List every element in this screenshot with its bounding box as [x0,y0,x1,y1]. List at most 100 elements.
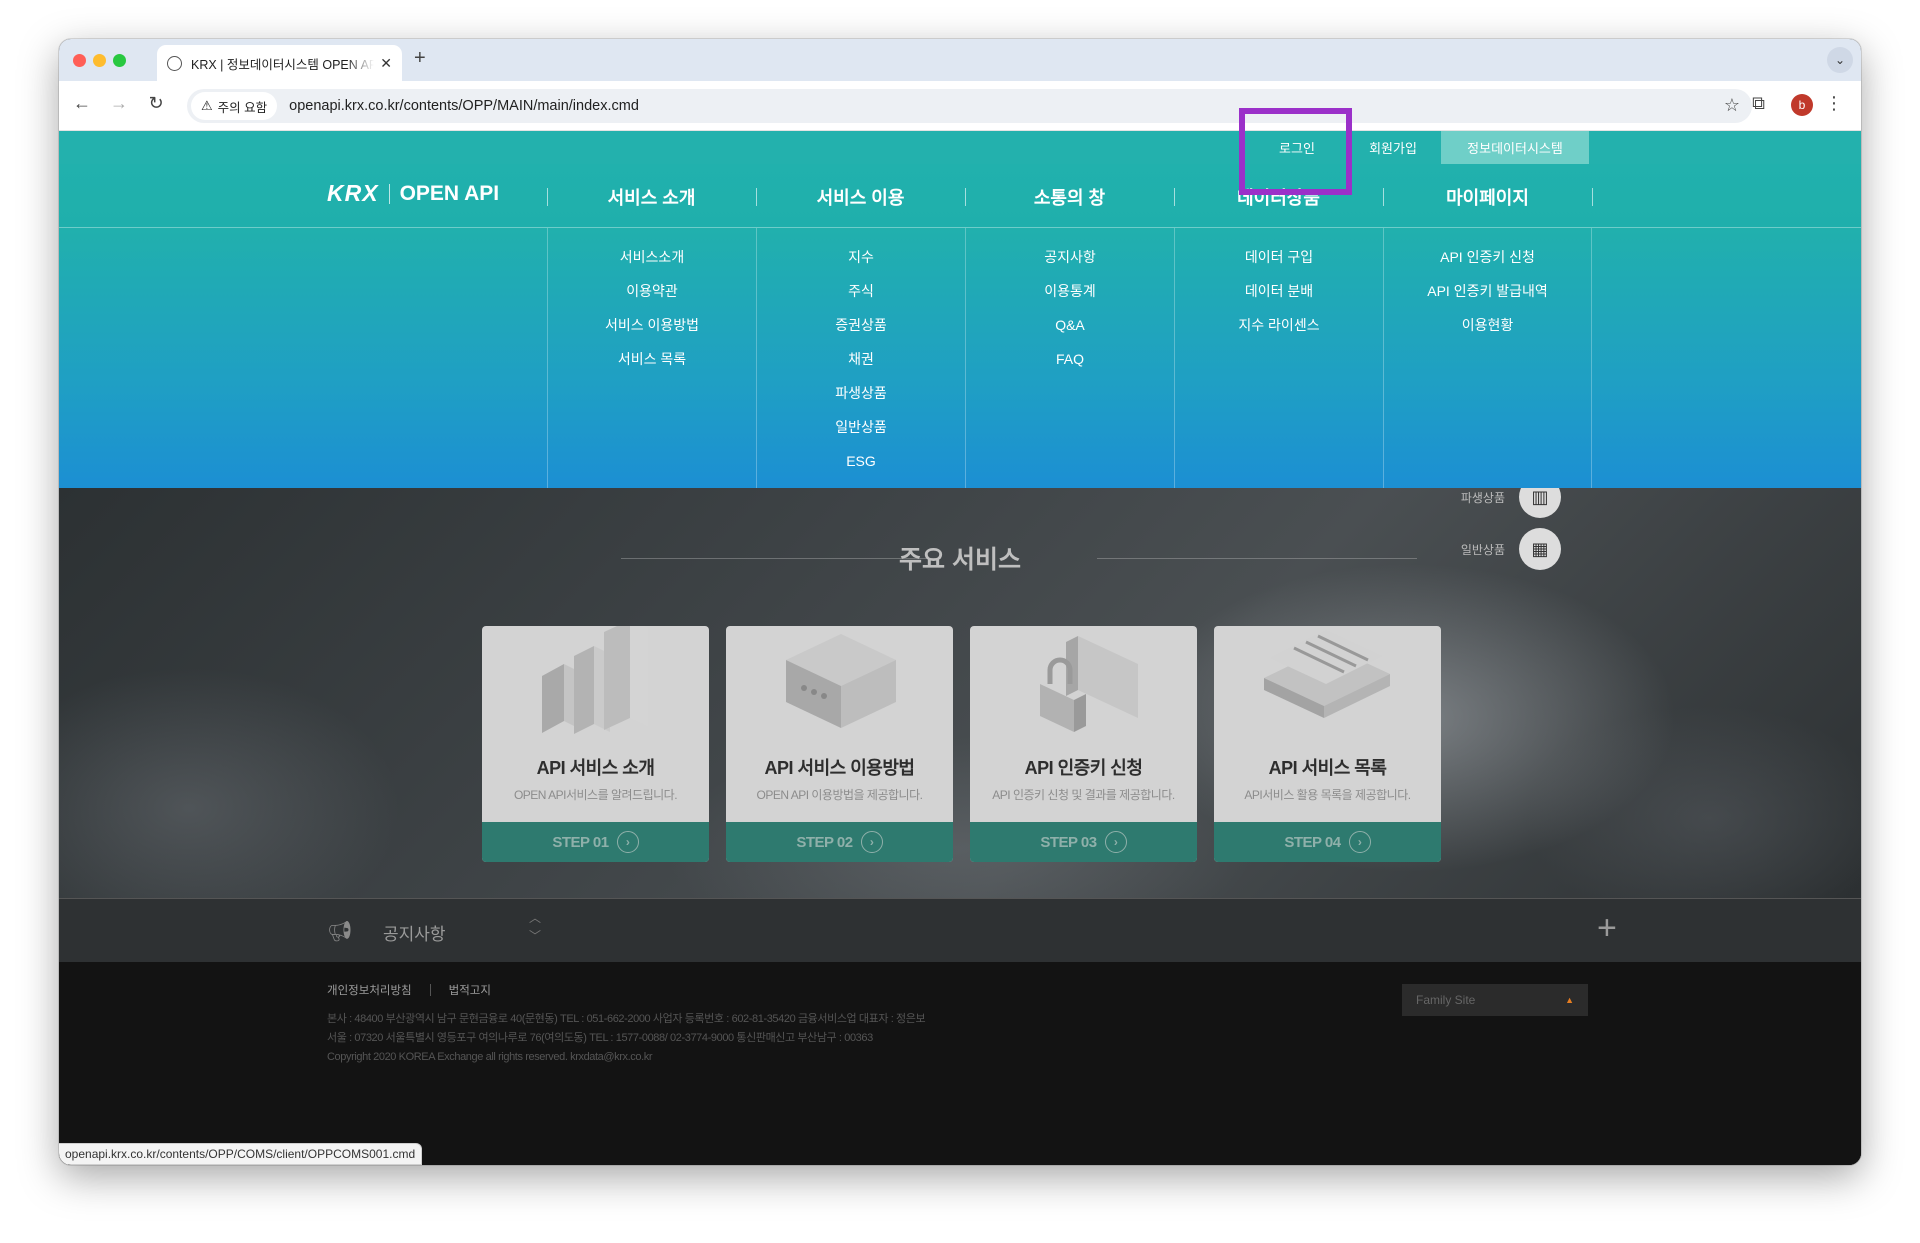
notice-arrows: ︿ ﹀ [529,909,541,945]
submenu-item[interactable]: Q&A [966,310,1174,344]
hero-section: 파생상품 ▥ 일반상품 ▦ 주요 서비스 API 서비스 소개 OPEN API… [59,488,1861,898]
notice-more-plus-icon[interactable]: + [1597,909,1617,948]
submenu-mypage: API 인증키 신청 API 인증키 발급내역 이용현황 [1383,228,1592,488]
main-navigation: KRX OPEN API 서비스 소개 서비스 이용 소통의 창 데이터상품 마… [59,164,1861,228]
bookmark-star-icon[interactable]: ☆ [1724,95,1740,116]
document-stack-icon [1264,630,1390,718]
logo-divider [388,183,390,204]
card-description: API 인증키 신청 및 결과를 제공합니다. [992,788,1175,802]
profile-avatar[interactable]: b [1791,94,1813,116]
menu-service-intro[interactable]: 서비스 소개 [547,184,756,210]
submenu-data-products: 데이터 구입 데이터 분배 지수 라이센스 [1174,228,1383,488]
submenu-item[interactable]: 이용현황 [1384,310,1591,344]
close-window-button[interactable] [73,54,86,67]
step-button[interactable]: STEP 02 › [726,822,953,862]
submenu-item[interactable]: 데이터 구입 [1175,242,1383,276]
forward-arrow-icon[interactable]: → [106,93,132,114]
chevron-right-icon: › [1348,831,1371,853]
submenu-item[interactable]: 이용통계 [966,276,1174,310]
submenu-item[interactable]: API 인증키 발급내역 [1384,276,1591,310]
step-button[interactable]: STEP 04 › [1214,822,1441,862]
footer-address: 본사 : 48400 부산광역시 남구 문현금융로 40(문현동) TEL : … [327,1010,926,1067]
close-tab-icon[interactable]: ✕ [380,55,392,72]
reload-icon[interactable]: ↻ [143,93,169,114]
step-button[interactable]: STEP 03 › [970,822,1197,862]
megaphone-icon: 📢︎ [327,921,353,943]
submenu-service-intro: 서비스소개 이용약관 서비스 이용방법 서비스 목록 [547,228,756,488]
card-description: OPEN API 이용방법을 제공합니다. [756,788,923,802]
data-system-link[interactable]: 정보데이터시스템 [1441,131,1589,164]
notice-label[interactable]: 공지사항 [383,920,446,945]
step-label: STEP 02 [796,833,853,851]
new-tab-button[interactable]: + [414,47,426,70]
submenu-item[interactable]: 지수 [757,242,965,276]
card-title: API 인증키 신청 [1024,758,1143,778]
submenu-item[interactable]: 채권 [757,344,965,378]
privacy-policy-link[interactable]: 개인정보처리방침 [327,982,412,998]
derivatives-quicklink[interactable]: 파생상품 ▥ [1461,488,1561,518]
krx-openapi-logo[interactable]: KRX OPEN API [327,180,499,207]
card-description: OPEN API서비스를 알려드립니다. [513,788,678,802]
minimize-window-button[interactable] [93,54,106,67]
copyright: Copyright 2020 KOREA Exchange all rights… [327,1051,653,1063]
submenu-communication: 공지사항 이용통계 Q&A FAQ [965,228,1174,488]
submenu-item[interactable]: 이용약관 [548,276,756,310]
web-page: 로그인 회원가입 정보데이터시스템 KRX OPEN API 서비스 소개 서비… [59,131,1861,1165]
legal-notice-link[interactable]: 법적고지 [449,982,491,998]
maximize-window-button[interactable] [113,54,126,67]
browser-menu-icon[interactable]: ⋮ [1825,93,1843,114]
browser-toolbar: ← → ↻ ⚠ 주의 요함 openapi.krx.co.kr/contents… [59,81,1861,131]
chevron-down-icon[interactable]: ﹀ [529,927,541,945]
submenu-item[interactable]: 공지사항 [966,242,1174,276]
submenu-item[interactable]: 일반상품 [757,412,965,446]
tab-search-chevron-icon[interactable]: ⌄ [1827,47,1853,73]
menu-divider [1592,188,1593,206]
key-card-icon [1040,636,1138,732]
submenu-item[interactable]: 서비스 목록 [548,344,756,378]
globe-icon [167,55,182,71]
chevron-right-icon: › [860,831,883,853]
menu-communication[interactable]: 소통의 창 [965,184,1174,210]
back-arrow-icon[interactable]: ← [69,93,95,114]
footer-links: 개인정보처리방침 법적고지 [327,982,491,998]
submenu-item[interactable]: 데이터 분배 [1175,276,1383,310]
submenu-item[interactable]: 증권상품 [757,310,965,344]
security-chip[interactable]: ⚠ 주의 요함 [191,92,278,120]
submenu-item[interactable]: FAQ [966,344,1174,378]
chevron-up-icon[interactable]: ︿ [529,909,541,927]
menu-mypage[interactable]: 마이페이지 [1383,184,1592,210]
signup-link[interactable]: 회원가입 [1345,131,1441,164]
tab-title: KRX | 정보데이터시스템 OPEN API [191,57,375,72]
menu-data-products[interactable]: 데이터상품 [1174,184,1383,210]
service-card-apikey[interactable]: API 인증키 신청 API 인증키 신청 및 결과를 제공합니다. STEP … [970,626,1197,862]
submenu-item[interactable]: 서비스소개 [548,242,756,276]
submenu-item[interactable]: 서비스 이용방법 [548,310,756,344]
tab-strip: KRX | 정보데이터시스템 OPEN API ✕ + ⌄ [59,39,1861,81]
address-bar[interactable]: ⚠ 주의 요함 openapi.krx.co.kr/contents/OPP/M… [187,89,1752,123]
card-title: API 서비스 이용방법 [764,758,915,778]
login-link[interactable]: 로그인 [1249,131,1345,164]
browser-window: KRX | 정보데이터시스템 OPEN API ✕ + ⌄ ← → ↻ ⚠ 주의… [59,39,1861,1165]
menu-service-use[interactable]: 서비스 이용 [756,184,965,210]
submenu-item[interactable]: API 인증키 신청 [1384,242,1591,276]
submenu-item[interactable]: 주식 [757,276,965,310]
quicklink-label: 파생상품 [1460,490,1505,505]
service-card-intro[interactable]: API 서비스 소개 OPEN API서비스를 알려드립니다. STEP 01 … [482,626,709,862]
chevron-right-icon: › [616,831,639,853]
url-text[interactable]: openapi.krx.co.kr/contents/OPP/MAIN/main… [289,98,639,114]
site-footer: 개인정보처리방침 법적고지 본사 : 48400 부산광역시 남구 문현금융로 … [59,962,1861,1165]
utility-bar: 로그인 회원가입 정보데이터시스템 [59,131,1861,164]
caret-up-icon: ▲ [1565,995,1574,1005]
security-label: 주의 요함 [217,100,268,115]
step-button[interactable]: STEP 01 › [482,822,709,862]
family-site-select[interactable]: Family Site ▲ [1402,984,1588,1016]
submenu-item[interactable]: 파생상품 [757,378,965,412]
browser-tab[interactable]: KRX | 정보데이터시스템 OPEN API ✕ [157,45,402,81]
extensions-puzzle-icon[interactable]: ⧉ [1752,93,1765,114]
submenu-service-use: 지수 주식 증권상품 채권 파생상품 일반상품 ESG [756,228,965,488]
service-card-list[interactable]: API 서비스 목록 API서비스 활용 목록을 제공합니다. STEP 04 … [1214,626,1441,862]
submenu-item[interactable]: ESG [757,446,965,480]
buildings-icon [542,626,648,734]
service-card-usage[interactable]: API 서비스 이용방법 OPEN API 이용방법을 제공합니다. STEP … [726,626,953,862]
submenu-item[interactable]: 지수 라이센스 [1175,310,1383,344]
